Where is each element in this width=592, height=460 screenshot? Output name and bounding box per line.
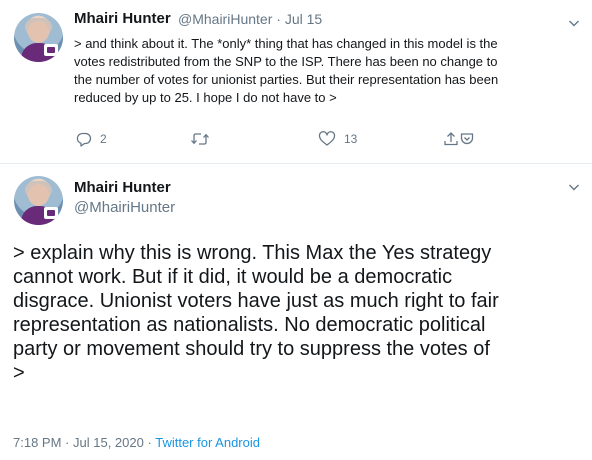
author-handle[interactable]: @MhairiHunter bbox=[74, 199, 175, 216]
separator: · bbox=[147, 435, 152, 450]
share-button[interactable] bbox=[443, 131, 459, 147]
tweet-text-line: > bbox=[13, 362, 25, 384]
chevron-down-icon[interactable] bbox=[568, 181, 580, 193]
tweet-text-line: > explain why this is wrong. This Max th… bbox=[13, 242, 492, 264]
tweet-text-line: reduced by up to 25. I hope I do not hav… bbox=[74, 90, 337, 105]
tweet-text-line: party or movement should try to suppress… bbox=[13, 338, 490, 360]
author-name[interactable]: Mhairi Hunter bbox=[74, 179, 171, 196]
author-handle[interactable]: @MhairiHunter bbox=[178, 11, 272, 27]
chevron-down-icon[interactable] bbox=[568, 17, 580, 29]
tweet-meta: 7:18 PM · Jul 15, 2020 · Twitter for And… bbox=[13, 435, 260, 450]
retweet-icon bbox=[191, 133, 209, 145]
avatar[interactable] bbox=[14, 13, 63, 62]
avatar-badge bbox=[44, 44, 58, 56]
tweet-divider bbox=[0, 163, 592, 164]
author-name[interactable]: Mhairi Hunter bbox=[74, 10, 171, 27]
reply-count: 2 bbox=[100, 132, 107, 146]
bookmark-button[interactable] bbox=[459, 131, 475, 147]
like-count: 13 bbox=[344, 132, 358, 146]
tweet-text: > explain why this is wrong. This Max th… bbox=[13, 241, 583, 385]
tweet-text-line: the number of votes for unionist parties… bbox=[74, 72, 499, 87]
avatar-badge bbox=[44, 207, 58, 219]
tweet-source-link[interactable]: Twitter for Android bbox=[155, 435, 260, 450]
reply-button[interactable]: 2 bbox=[76, 131, 107, 147]
avatar-face bbox=[28, 21, 49, 43]
share-icon bbox=[444, 132, 458, 146]
separator: · bbox=[276, 11, 281, 27]
tweet-text: > and think about it. The *only* thing t… bbox=[74, 35, 574, 107]
separator: · bbox=[65, 435, 70, 450]
tweet-text-line: cannot work. But if it did, it would be … bbox=[13, 266, 453, 288]
tweet-text-line: > and think about it. The *only* thing t… bbox=[74, 36, 498, 51]
tweet-text-line: disgrace. Unionist voters have just as m… bbox=[13, 290, 499, 312]
retweet-button[interactable] bbox=[190, 131, 218, 147]
tweet-date[interactable]: Jul 15, 2020 bbox=[73, 435, 144, 450]
like-icon bbox=[318, 131, 336, 146]
tweet-header-meta: @MhairiHunter · Jul 15 bbox=[178, 11, 322, 27]
avatar[interactable] bbox=[14, 176, 63, 225]
reply-icon bbox=[76, 132, 92, 147]
tweet-text-line: representation as nationalists. No democ… bbox=[13, 314, 486, 336]
avatar-face bbox=[28, 184, 49, 206]
tweet-date[interactable]: Jul 15 bbox=[285, 11, 322, 27]
pocket-icon bbox=[460, 133, 474, 145]
tweet-time[interactable]: 7:18 PM bbox=[13, 435, 61, 450]
tweet-text-line: votes redistributed from the SNP to the … bbox=[74, 54, 498, 69]
like-button[interactable]: 13 bbox=[318, 131, 357, 147]
